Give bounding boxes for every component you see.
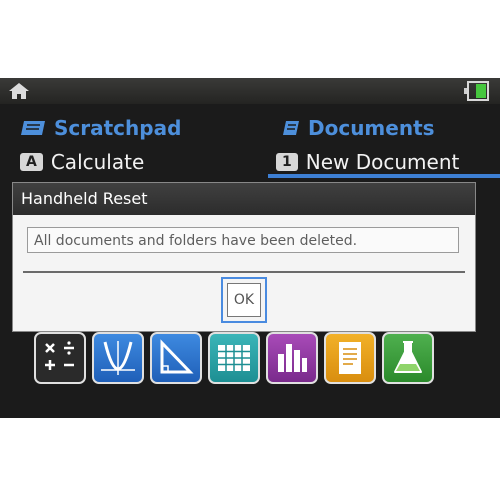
shortcut-key-badge: A bbox=[20, 153, 43, 171]
app-icon-bar bbox=[34, 332, 434, 384]
selection-highlight bbox=[268, 174, 500, 178]
home-icon[interactable] bbox=[8, 82, 30, 100]
dialog-divider bbox=[23, 271, 465, 273]
menu-item-calculate[interactable]: A Calculate bbox=[20, 150, 144, 174]
scratchpad-icon bbox=[21, 121, 45, 135]
handheld-reset-dialog: Handheld Reset All documents and folders… bbox=[12, 182, 476, 332]
data-statistics-icon[interactable] bbox=[266, 332, 318, 384]
calculator-icon[interactable] bbox=[34, 332, 86, 384]
dialog-title: Handheld Reset bbox=[13, 183, 475, 215]
status-bar bbox=[0, 78, 500, 104]
menu-item-new-document[interactable]: 1 New Document bbox=[276, 150, 459, 174]
scratchpad-label: Scratchpad bbox=[54, 116, 182, 140]
handheld-screen: Scratchpad Documents A Calculate 1 New D… bbox=[0, 78, 500, 418]
graphs-icon[interactable] bbox=[92, 332, 144, 384]
documents-label: Documents bbox=[308, 116, 435, 140]
geometry-icon[interactable] bbox=[150, 332, 202, 384]
shortcut-key-badge: 1 bbox=[276, 153, 298, 171]
ok-button-focus-ring: OK bbox=[221, 277, 267, 323]
battery-icon bbox=[464, 81, 490, 101]
lists-spreadsheet-icon[interactable] bbox=[208, 332, 260, 384]
menu-item-label: Calculate bbox=[50, 150, 145, 174]
vernier-dataquest-icon[interactable] bbox=[382, 332, 434, 384]
dialog-message: All documents and folders have been dele… bbox=[27, 227, 459, 253]
notes-icon[interactable] bbox=[324, 332, 376, 384]
documents-icon bbox=[283, 121, 299, 135]
ok-button[interactable]: OK bbox=[227, 283, 261, 317]
menu-item-label: New Document bbox=[305, 150, 460, 174]
scratchpad-header[interactable]: Scratchpad bbox=[20, 116, 181, 140]
documents-header[interactable]: Documents bbox=[282, 116, 435, 140]
